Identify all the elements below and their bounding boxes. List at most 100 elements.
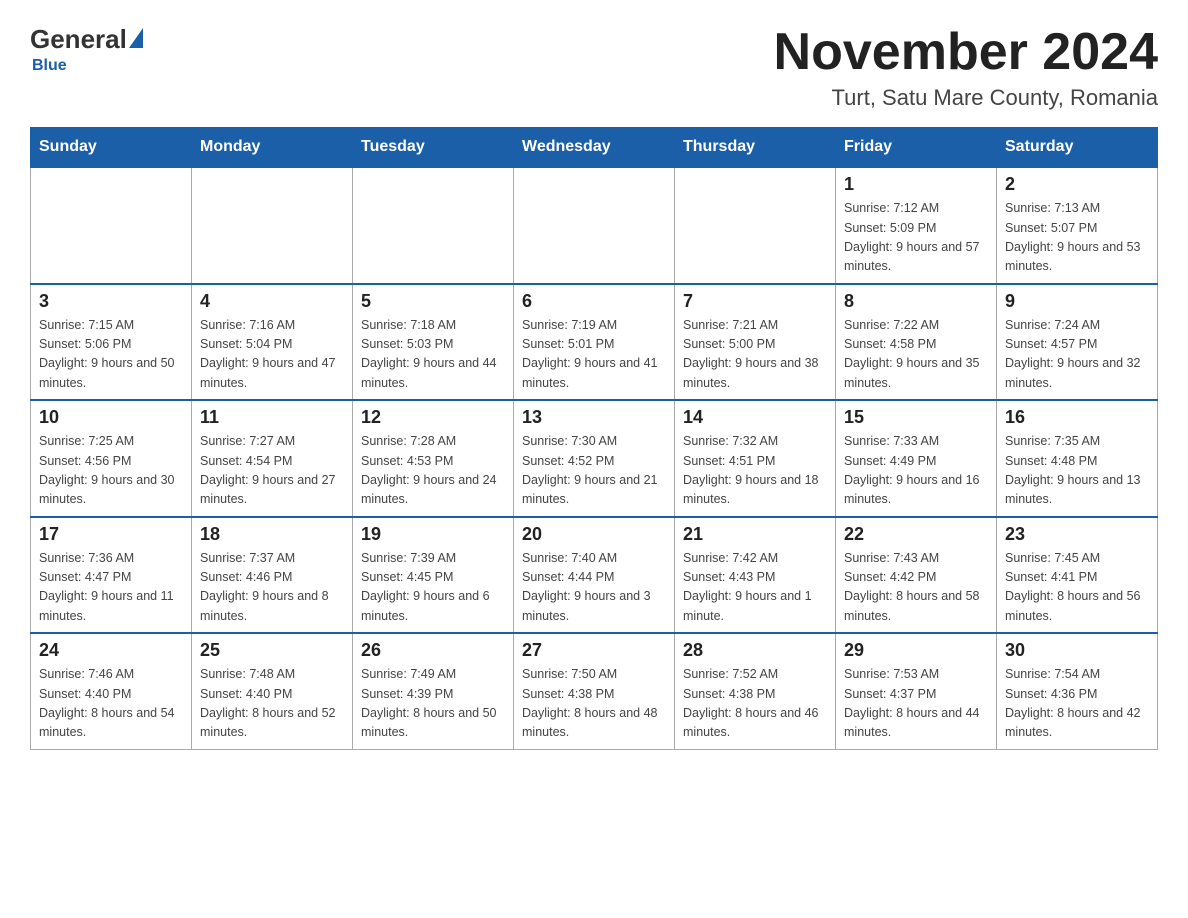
- calendar-cell: 13 Sunrise: 7:30 AMSunset: 4:52 PMDayligh…: [514, 400, 675, 517]
- day-info: Sunrise: 7:43 AMSunset: 4:42 PMDaylight:…: [844, 549, 988, 627]
- page-header: General Blue November 2024 Turt, Satu Ma…: [30, 24, 1158, 111]
- day-number: 9: [1005, 291, 1149, 312]
- day-info: Sunrise: 7:15 AMSunset: 5:06 PMDaylight:…: [39, 316, 183, 394]
- day-number: 27: [522, 640, 666, 661]
- day-number: 23: [1005, 524, 1149, 545]
- calendar-cell: 17 Sunrise: 7:36 AMSunset: 4:47 PMDayligh…: [31, 517, 192, 634]
- day-number: 28: [683, 640, 827, 661]
- day-info: Sunrise: 7:53 AMSunset: 4:37 PMDaylight:…: [844, 665, 988, 743]
- day-info: Sunrise: 7:18 AMSunset: 5:03 PMDaylight:…: [361, 316, 505, 394]
- day-info: Sunrise: 7:37 AMSunset: 4:46 PMDaylight:…: [200, 549, 344, 627]
- logo: General Blue: [30, 24, 143, 75]
- week-row-5: 24 Sunrise: 7:46 AMSunset: 4:40 PMDayligh…: [31, 633, 1158, 749]
- day-info: Sunrise: 7:49 AMSunset: 4:39 PMDaylight:…: [361, 665, 505, 743]
- calendar-cell: 23 Sunrise: 7:45 AMSunset: 4:41 PMDayligh…: [997, 517, 1158, 634]
- calendar-cell: 18 Sunrise: 7:37 AMSunset: 4:46 PMDayligh…: [192, 517, 353, 634]
- day-number: 29: [844, 640, 988, 661]
- day-info: Sunrise: 7:50 AMSunset: 4:38 PMDaylight:…: [522, 665, 666, 743]
- calendar-cell: [675, 167, 836, 284]
- calendar-cell: 4Sunrise: 7:16 AMSunset: 5:04 PMDaylight…: [192, 284, 353, 401]
- day-info: Sunrise: 7:19 AMSunset: 5:01 PMDaylight:…: [522, 316, 666, 394]
- day-info: Sunrise: 7:48 AMSunset: 4:40 PMDaylight:…: [200, 665, 344, 743]
- calendar-cell: 1Sunrise: 7:12 AMSunset: 5:09 PMDaylight…: [836, 167, 997, 284]
- day-number: 12: [361, 407, 505, 428]
- day-info: Sunrise: 7:42 AMSunset: 4:43 PMDaylight:…: [683, 549, 827, 627]
- day-number: 13: [522, 407, 666, 428]
- calendar-cell: 10 Sunrise: 7:25 AMSunset: 4:56 PMDayligh…: [31, 400, 192, 517]
- day-number: 17: [39, 524, 183, 545]
- day-number: 5: [361, 291, 505, 312]
- day-info: Sunrise: 7:22 AMSunset: 4:58 PMDaylight:…: [844, 316, 988, 394]
- day-number: 19: [361, 524, 505, 545]
- day-number: 2: [1005, 174, 1149, 195]
- day-info: Sunrise: 7:36 AMSunset: 4:47 PMDaylight:…: [39, 549, 183, 627]
- calendar-cell: [353, 167, 514, 284]
- day-number: 1: [844, 174, 988, 195]
- day-number: 10: [39, 407, 183, 428]
- calendar-header-sunday: Sunday: [31, 128, 192, 168]
- calendar-cell: 21 Sunrise: 7:42 AMSunset: 4:43 PMDayligh…: [675, 517, 836, 634]
- month-title: November 2024: [774, 24, 1158, 81]
- calendar-table: SundayMondayTuesdayWednesdayThursdayFrid…: [30, 127, 1158, 750]
- calendar-header-row: SundayMondayTuesdayWednesdayThursdayFrid…: [31, 128, 1158, 168]
- day-info: Sunrise: 7:45 AMSunset: 4:41 PMDaylight:…: [1005, 549, 1149, 627]
- logo-general-text: General: [30, 24, 127, 55]
- calendar-header-wednesday: Wednesday: [514, 128, 675, 168]
- calendar-cell: 27 Sunrise: 7:50 AMSunset: 4:38 PMDayligh…: [514, 633, 675, 749]
- calendar-cell: 14Sunrise: 7:32 AMSunset: 4:51 PMDayligh…: [675, 400, 836, 517]
- calendar-cell: 5 Sunrise: 7:18 AMSunset: 5:03 PMDaylight…: [353, 284, 514, 401]
- calendar-cell: 6Sunrise: 7:19 AMSunset: 5:01 PMDaylight…: [514, 284, 675, 401]
- calendar-cell: 7Sunrise: 7:21 AMSunset: 5:00 PMDaylight…: [675, 284, 836, 401]
- calendar-cell: 20 Sunrise: 7:40 AMSunset: 4:44 PMDayligh…: [514, 517, 675, 634]
- calendar-header-tuesday: Tuesday: [353, 128, 514, 168]
- calendar-cell: 30 Sunrise: 7:54 AMSunset: 4:36 PMDayligh…: [997, 633, 1158, 749]
- day-info: Sunrise: 7:28 AMSunset: 4:53 PMDaylight:…: [361, 432, 505, 510]
- day-number: 24: [39, 640, 183, 661]
- day-number: 16: [1005, 407, 1149, 428]
- logo-blue-text: Blue: [32, 57, 67, 75]
- day-number: 8: [844, 291, 988, 312]
- day-number: 26: [361, 640, 505, 661]
- calendar-cell: 29 Sunrise: 7:53 AMSunset: 4:37 PMDayligh…: [836, 633, 997, 749]
- calendar-cell: 3 Sunrise: 7:15 AMSunset: 5:06 PMDaylight…: [31, 284, 192, 401]
- week-row-3: 10 Sunrise: 7:25 AMSunset: 4:56 PMDayligh…: [31, 400, 1158, 517]
- calendar-cell: [31, 167, 192, 284]
- day-number: 22: [844, 524, 988, 545]
- location-title: Turt, Satu Mare County, Romania: [774, 85, 1158, 111]
- day-number: 11: [200, 407, 344, 428]
- day-info: Sunrise: 7:25 AMSunset: 4:56 PMDaylight:…: [39, 432, 183, 510]
- calendar-cell: 9 Sunrise: 7:24 AMSunset: 4:57 PMDaylight…: [997, 284, 1158, 401]
- calendar-cell: 2 Sunrise: 7:13 AMSunset: 5:07 PMDaylight…: [997, 167, 1158, 284]
- day-info: Sunrise: 7:24 AMSunset: 4:57 PMDaylight:…: [1005, 316, 1149, 394]
- calendar-cell: 25 Sunrise: 7:48 AMSunset: 4:40 PMDayligh…: [192, 633, 353, 749]
- calendar-header-monday: Monday: [192, 128, 353, 168]
- day-number: 15: [844, 407, 988, 428]
- day-number: 3: [39, 291, 183, 312]
- day-number: 18: [200, 524, 344, 545]
- day-number: 21: [683, 524, 827, 545]
- day-info: Sunrise: 7:35 AMSunset: 4:48 PMDaylight:…: [1005, 432, 1149, 510]
- calendar-cell: 24 Sunrise: 7:46 AMSunset: 4:40 PMDayligh…: [31, 633, 192, 749]
- day-info: Sunrise: 7:40 AMSunset: 4:44 PMDaylight:…: [522, 549, 666, 627]
- calendar-cell: [192, 167, 353, 284]
- day-info: Sunrise: 7:54 AMSunset: 4:36 PMDaylight:…: [1005, 665, 1149, 743]
- calendar-cell: [514, 167, 675, 284]
- day-number: 30: [1005, 640, 1149, 661]
- calendar-cell: 28 Sunrise: 7:52 AMSunset: 4:38 PMDayligh…: [675, 633, 836, 749]
- day-number: 14: [683, 407, 827, 428]
- week-row-4: 17 Sunrise: 7:36 AMSunset: 4:47 PMDayligh…: [31, 517, 1158, 634]
- day-number: 20: [522, 524, 666, 545]
- calendar-cell: 12 Sunrise: 7:28 AMSunset: 4:53 PMDayligh…: [353, 400, 514, 517]
- day-number: 4: [200, 291, 344, 312]
- day-info: Sunrise: 7:52 AMSunset: 4:38 PMDaylight:…: [683, 665, 827, 743]
- day-number: 7: [683, 291, 827, 312]
- week-row-1: 1Sunrise: 7:12 AMSunset: 5:09 PMDaylight…: [31, 167, 1158, 284]
- day-info: Sunrise: 7:33 AMSunset: 4:49 PMDaylight:…: [844, 432, 988, 510]
- calendar-cell: 15 Sunrise: 7:33 AMSunset: 4:49 PMDayligh…: [836, 400, 997, 517]
- day-info: Sunrise: 7:13 AMSunset: 5:07 PMDaylight:…: [1005, 199, 1149, 277]
- day-number: 25: [200, 640, 344, 661]
- day-info: Sunrise: 7:46 AMSunset: 4:40 PMDaylight:…: [39, 665, 183, 743]
- week-row-2: 3 Sunrise: 7:15 AMSunset: 5:06 PMDaylight…: [31, 284, 1158, 401]
- calendar-cell: 8 Sunrise: 7:22 AMSunset: 4:58 PMDaylight…: [836, 284, 997, 401]
- day-info: Sunrise: 7:30 AMSunset: 4:52 PMDaylight:…: [522, 432, 666, 510]
